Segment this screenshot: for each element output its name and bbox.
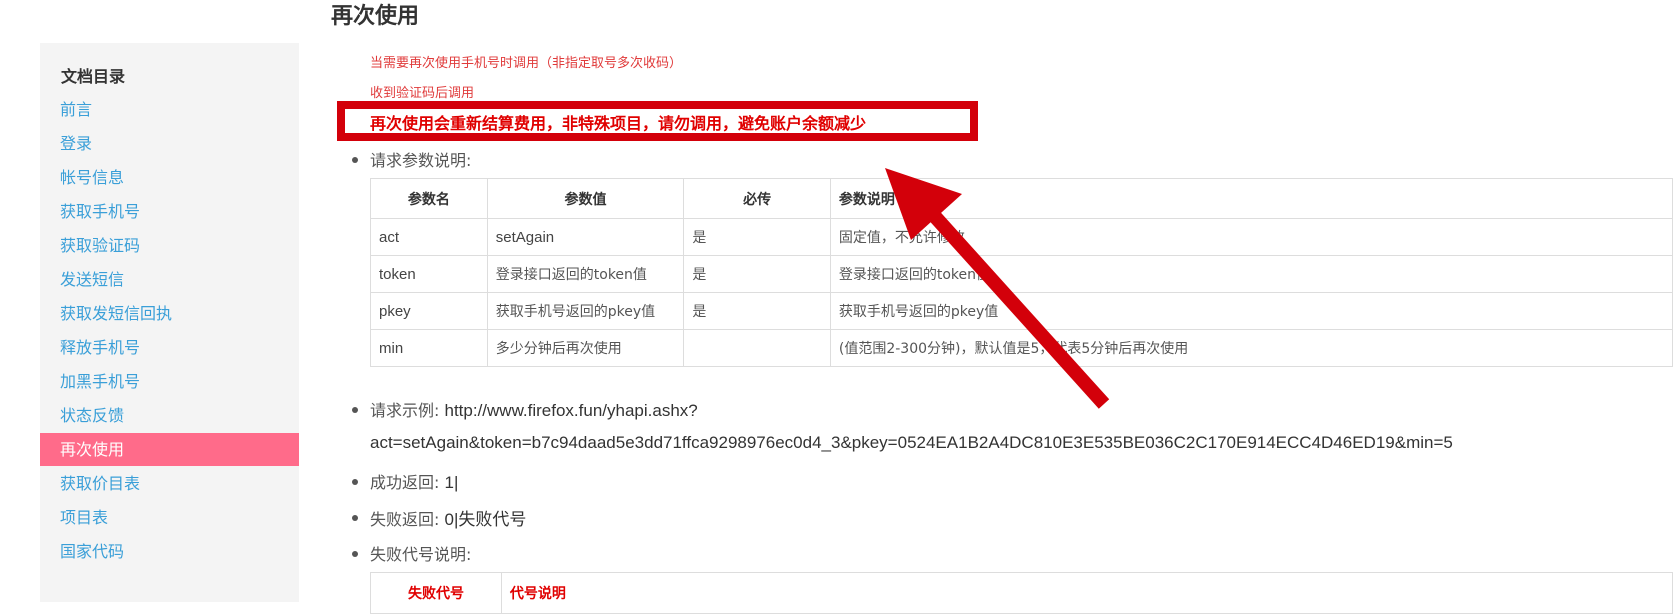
warning-box: 再次使用会重新结算费用，非特殊项目，请勿调用，避免账户余额减少: [337, 101, 978, 141]
table-row: act setAgain 是 固定值，不允许修改: [370, 218, 1673, 256]
table-row: pkey 获取手机号返回的pkey值 是 获取手机号返回的pkey值: [370, 292, 1673, 330]
column-header: 失败代号: [370, 572, 502, 614]
param-value: 获取手机号返回的pkey值: [486, 292, 685, 330]
sidebar-item-preface[interactable]: 前言: [40, 93, 299, 126]
bullet-icon: [352, 551, 358, 557]
params-table: 参数名 参数值 必传 参数说明 act setAgain 是 固定值，不允许修改…: [370, 178, 1673, 367]
timing-note: 收到验证码后调用: [370, 86, 475, 101]
failure-value: 0|失败代号: [444, 510, 527, 529]
param-required: 是: [683, 218, 831, 256]
sidebar-item-login[interactable]: 登录: [40, 127, 299, 160]
param-required: 是: [683, 255, 831, 293]
example-url-base: http://www.firefox.fun/yhapi.ashx?: [444, 401, 698, 420]
param-value: 多少分钟后再次使用: [486, 329, 685, 367]
table-header-row: 参数名 参数值 必传 参数说明: [370, 178, 1673, 219]
param-name: act: [370, 218, 488, 256]
sidebar-item-account-info[interactable]: 帐号信息: [40, 161, 299, 194]
failure-line: 失败返回: 0|失败代号: [370, 505, 526, 530]
sidebar-item-status-feedback[interactable]: 状态反馈: [40, 399, 299, 432]
success-value: 1|: [444, 473, 459, 492]
sidebar-item-release-phone[interactable]: 释放手机号: [40, 331, 299, 364]
success-line: 成功返回: 1|: [370, 469, 458, 493]
warning-text: 再次使用会重新结算费用，非特殊项目，请勿调用，避免账户余额减少: [370, 114, 867, 133]
error-codes-heading: 失败代号说明:: [370, 545, 472, 564]
table-row: min 多少分钟后再次使用 (值范围2-300分钟)，默认值是5，代表5分钟后再…: [370, 329, 1673, 367]
failure-label: 失败返回:: [370, 510, 440, 529]
column-header: 参数名: [370, 178, 488, 219]
page-title: 再次使用: [331, 4, 420, 29]
bullet-icon: [352, 515, 358, 521]
example-line: 请求示例: http://www.firefox.fun/yhapi.ashx?: [370, 397, 698, 421]
param-required: [683, 329, 831, 367]
param-name: token: [370, 255, 488, 293]
bullet-icon: [352, 407, 358, 413]
sidebar-item-project-list[interactable]: 项目表: [40, 501, 299, 534]
column-header: 必传: [683, 178, 831, 219]
sidebar-title: 文档目录: [61, 67, 126, 86]
sidebar-item-blacklist-phone[interactable]: 加黑手机号: [40, 365, 299, 398]
sidebar-item-get-code[interactable]: 获取验证码: [40, 229, 299, 262]
doc-sidebar: 文档目录 前言 登录 帐号信息 获取手机号 获取验证码 发送短信 获取发短信回执…: [40, 43, 299, 602]
column-header: 代号说明: [500, 572, 1673, 614]
sidebar-item-price-list[interactable]: 获取价目表: [40, 467, 299, 500]
param-required: 是: [683, 292, 831, 330]
example-url-query-line: act=setAgain&token=b7c94daad5e3dd71ffca9…: [370, 433, 1453, 453]
param-description: 获取手机号返回的pkey值: [829, 292, 1673, 330]
sidebar-item-send-sms[interactable]: 发送短信: [40, 263, 299, 296]
sidebar-item-sms-receipt[interactable]: 获取发短信回执: [40, 297, 299, 330]
usage-note: 当需要再次使用手机号时调用（非指定取号多次收码）: [370, 56, 683, 71]
bullet-icon: [352, 157, 358, 163]
sidebar-item-reuse[interactable]: 再次使用: [40, 433, 299, 466]
sidebar-item-get-phone[interactable]: 获取手机号: [40, 195, 299, 228]
error-codes-table: 失败代号 代号说明: [370, 572, 1673, 614]
param-description: 登录接口返回的token值: [829, 255, 1673, 293]
params-heading: 请求参数说明:: [370, 151, 472, 170]
column-header: 参数说明: [829, 178, 1673, 219]
table-header-row: 失败代号 代号说明: [370, 572, 1673, 614]
param-name: min: [370, 329, 488, 367]
example-label: 请求示例:: [370, 401, 440, 420]
column-header: 参数值: [486, 178, 685, 219]
success-label: 成功返回:: [370, 473, 440, 492]
sidebar-item-country-codes[interactable]: 国家代码: [40, 535, 299, 568]
param-value: 登录接口返回的token值: [486, 255, 685, 293]
param-description: (值范围2-300分钟)，默认值是5，代表5分钟后再次使用: [829, 329, 1673, 367]
param-description: 固定值，不允许修改: [829, 218, 1673, 256]
table-row: token 登录接口返回的token值 是 登录接口返回的token值: [370, 255, 1673, 293]
param-value: setAgain: [486, 218, 685, 256]
example-url-query: act=setAgain&token=b7c94daad5e3dd71ffca9…: [370, 433, 1453, 452]
param-name: pkey: [370, 292, 488, 330]
bullet-icon: [352, 479, 358, 485]
